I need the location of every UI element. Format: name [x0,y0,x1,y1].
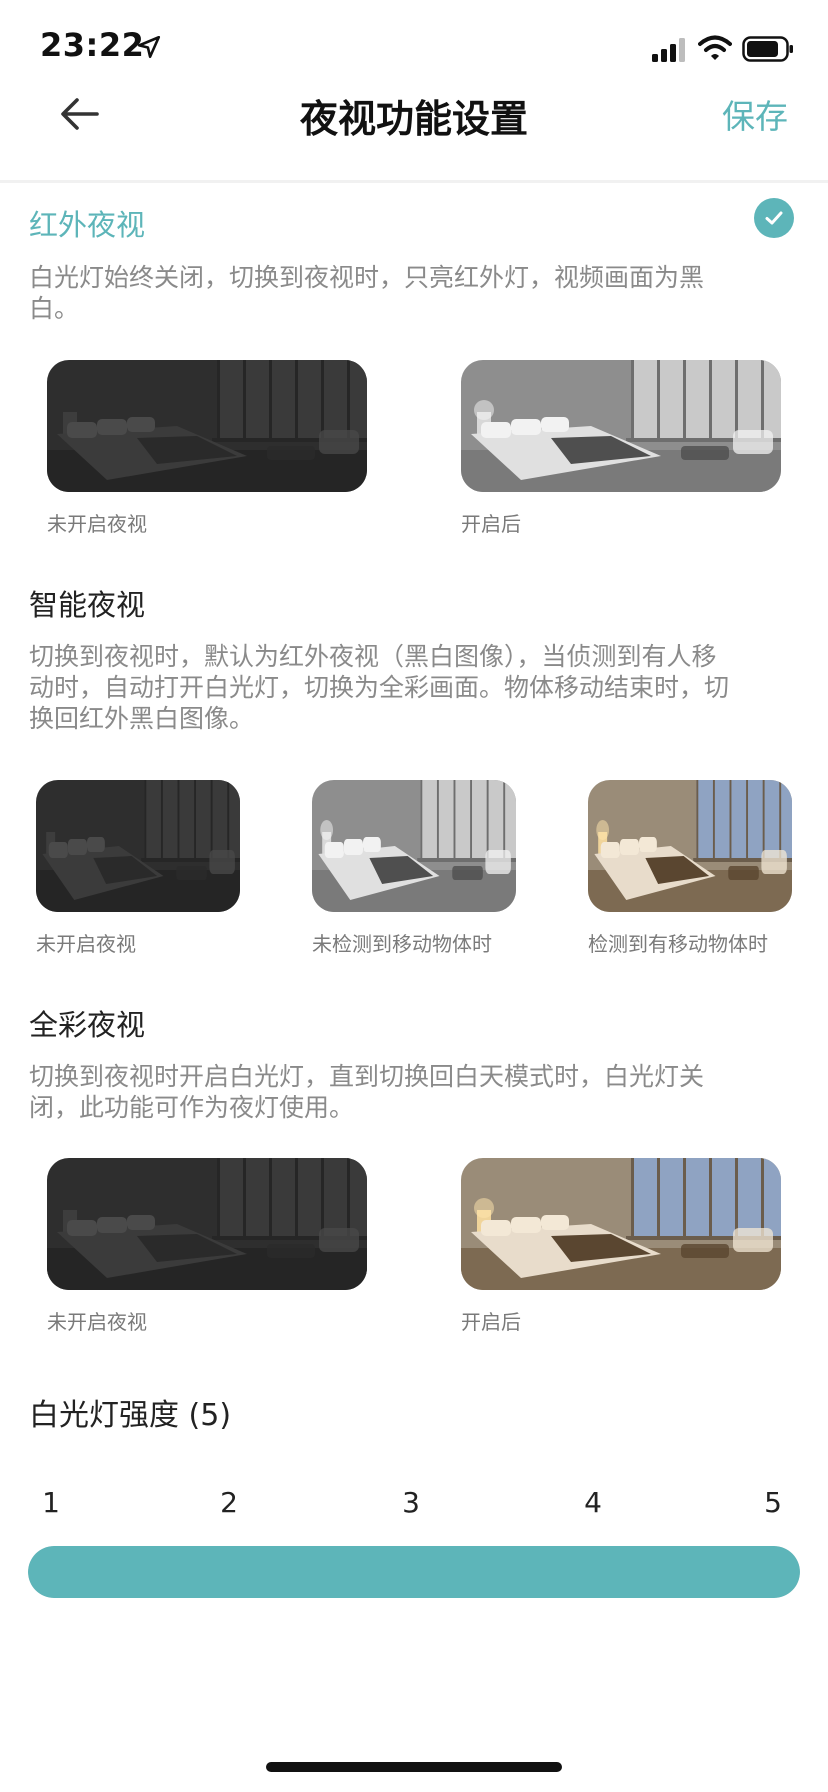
room-illustration [461,1158,781,1290]
room-illustration [47,1158,367,1290]
mode-description: 切换到夜视时开启白光灯，直到切换回白天模式时，白光灯关闭，此功能可作为夜灯使用。 [29,1062,705,1122]
slider-tick-label: 1 [42,1486,60,1519]
mode-title: 全彩夜视 [29,1008,146,1042]
white-light-intensity-title: 白光灯强度 (5) [29,1398,232,1433]
home-indicator [266,1762,562,1772]
preview-caption: 未开启夜视 [47,1310,147,1334]
slider-fill[interactable] [28,1546,800,1598]
preview-caption: 开启后 [461,1310,521,1334]
night-vision-settings-page: 23:22 夜视功能设置 保存 红外夜视 白光灯始终关闭，切换到夜视时，只亮红外… [0,0,828,1792]
slider-tick-label: 3 [402,1486,420,1519]
preview-image-before [47,1158,367,1290]
slider-tick-label: 5 [764,1486,782,1519]
mode-option-full-color[interactable]: 全彩夜视 切换到夜视时开启白光灯，直到切换回白天模式时，白光灯关闭，此功能可作为… [0,0,828,1340]
preview-image-after [461,1158,781,1290]
white-light-intensity-slider[interactable] [28,1546,800,1598]
slider-tick-label: 4 [584,1486,602,1519]
slider-tick-label: 2 [220,1486,238,1519]
